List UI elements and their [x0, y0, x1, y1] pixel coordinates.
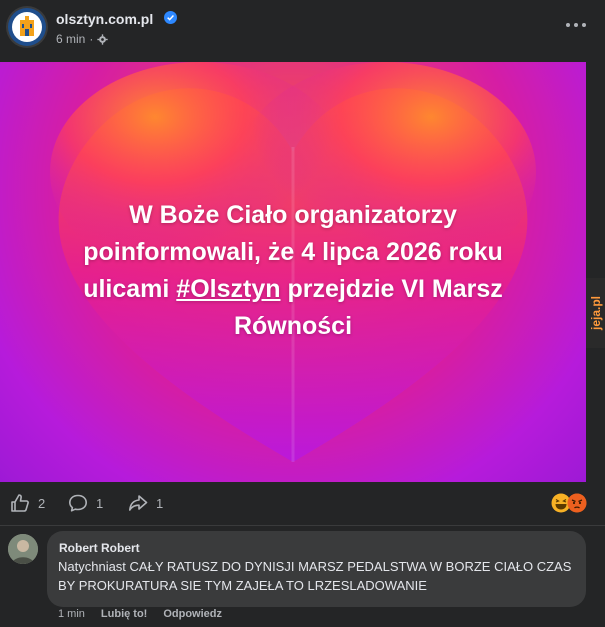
- comment-count: 1: [96, 495, 104, 511]
- verified-badge-icon: [164, 11, 177, 24]
- comment-text: Natychniast CAŁY RATUSZ DO DYNISJI MARSZ…: [58, 559, 572, 593]
- comment-author[interactable]: Robert Robert: [59, 541, 140, 555]
- dot-icon: [574, 23, 578, 27]
- post-image[interactable]: W Boże Ciało organizatorzy poinformowali…: [0, 62, 586, 482]
- page-name[interactable]: olsztyn.com.pl: [56, 11, 153, 27]
- meta-separator: ·: [89, 32, 94, 46]
- like-count: 2: [38, 495, 46, 511]
- headline-line-2: poinformowali, że 4 lipca 2026 roku: [83, 238, 503, 266]
- comment-bubble-icon: [69, 494, 87, 512]
- page-avatar[interactable]: [8, 8, 46, 46]
- watermark-main: jeja: [588, 309, 603, 330]
- gear-icon: [97, 33, 108, 45]
- comment-bubble: Robert Robert Natychniast CAŁY RATUSZ DO…: [47, 531, 586, 607]
- watermark-suffix: .pl: [588, 295, 603, 310]
- more-options-button[interactable]: [558, 12, 594, 38]
- avatar-photo: [8, 534, 38, 564]
- comment-button[interactable]: 1: [68, 493, 103, 513]
- commenter-avatar[interactable]: [8, 534, 38, 564]
- post-time[interactable]: 6 min: [56, 32, 85, 46]
- olsztyn-logo-icon: [12, 12, 42, 42]
- share-button[interactable]: 1: [128, 493, 163, 513]
- dot-icon: [566, 23, 570, 27]
- share-count: 1: [156, 495, 164, 511]
- share-arrow-icon: [129, 495, 148, 511]
- reaction-summary[interactable]: [551, 493, 591, 515]
- headline-line-3: ulicami #Olsztyn przejdzie VI Marsz: [20, 271, 566, 308]
- post-headline: W Boże Ciało organizatorzy poinformowali…: [20, 197, 566, 345]
- headline-line-3-suffix: przejdzie VI Marsz: [280, 275, 503, 303]
- post-meta: 6 min ·: [56, 32, 108, 46]
- angry-reaction-icon: [567, 493, 587, 513]
- thumbs-up-icon: [11, 494, 29, 512]
- hashtag-link[interactable]: #Olsztyn: [176, 275, 280, 303]
- comment-like-button[interactable]: Lubię to!: [101, 608, 147, 620]
- post-actions: 2 1 1: [0, 483, 605, 525]
- divider: [0, 525, 605, 526]
- comment-time[interactable]: 1 min: [58, 608, 85, 620]
- comment-reply-button[interactable]: Odpowiedz: [163, 608, 222, 620]
- comment-meta: 1 min Lubię to! Odpowiedz: [58, 608, 222, 620]
- headline-line-1: W Boże Ciało organizatorzy: [129, 201, 457, 229]
- headline-line-3-prefix: ulicami: [83, 275, 177, 303]
- like-button[interactable]: 2: [10, 493, 45, 513]
- headline-line-4: Równości: [233, 312, 353, 340]
- post-header: olsztyn.com.pl 6 min ·: [0, 0, 605, 62]
- jeja-watermark: jeja.pl: [586, 278, 605, 348]
- dot-icon: [582, 23, 586, 27]
